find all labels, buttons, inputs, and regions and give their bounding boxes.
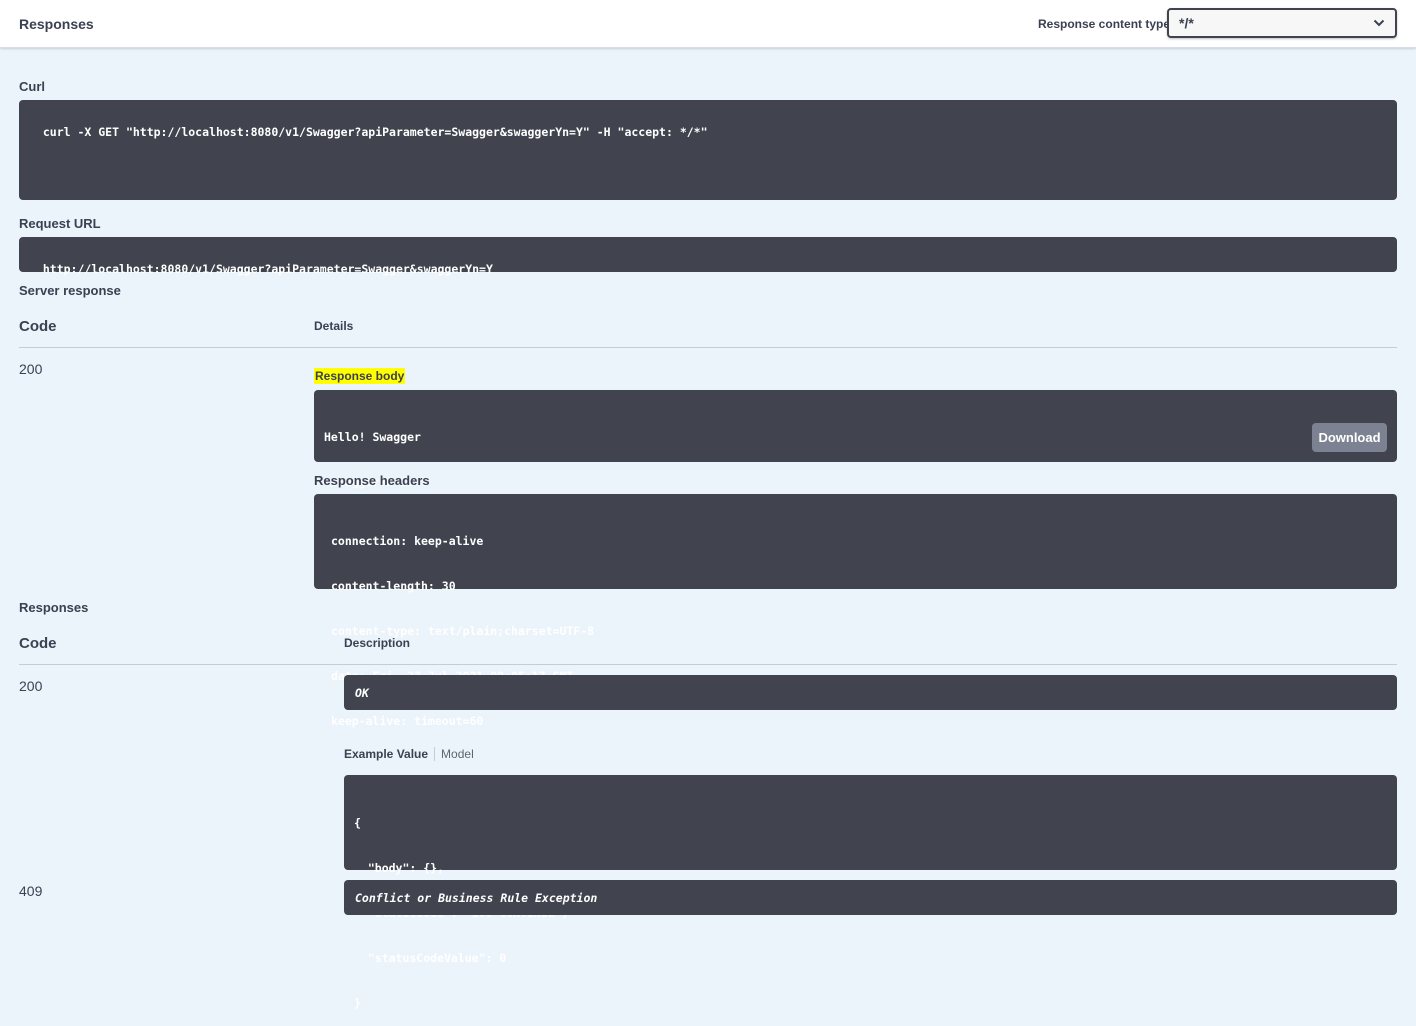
response-header-line: keep-alive: timeout=60 xyxy=(331,714,484,728)
example-value-block[interactable]: { "body": {}, "statusCode": "100 CONTINU… xyxy=(344,775,1397,1010)
response-header-line: content-length: 30 xyxy=(331,579,456,593)
example-line: { xyxy=(354,816,361,830)
curl-label: Curl xyxy=(19,79,45,94)
example-model-tabs: Example Value Model xyxy=(344,747,474,761)
request-url-block[interactable]: http://localhost:8080/v1/Swagger?apiPara… xyxy=(19,237,1397,276)
response-headers-block[interactable]: connection: keep-alive content-length: 3… xyxy=(314,494,1397,728)
responses-code-header: Code xyxy=(19,635,57,652)
server-response-divider xyxy=(19,347,1397,348)
response-description-409: Conflict or Business Rule Exception xyxy=(344,880,1397,915)
response-body-block[interactable]: Hello! Swagger SwaggerYn is Y xyxy=(314,390,1397,489)
response-header-line: connection: keep-alive xyxy=(331,534,484,548)
curl-command-block[interactable]: curl -X GET "http://localhost:8080/v1/Sw… xyxy=(19,100,1397,200)
response-code-409: 409 xyxy=(19,883,43,899)
tab-example-value[interactable]: Example Value xyxy=(344,747,436,761)
responses-label: Responses xyxy=(19,600,89,615)
response-content-type-label: Response content type xyxy=(1038,17,1171,31)
example-line: "body": {}, xyxy=(354,861,445,875)
response-description-text: OK xyxy=(355,686,369,700)
server-response-code-header: Code xyxy=(19,318,57,335)
responses-description-header: Description xyxy=(344,636,411,650)
responses-header-bar: Responses Response content type */* xyxy=(0,0,1416,48)
request-url-text: http://localhost:8080/v1/Swagger?apiPara… xyxy=(42,262,493,276)
response-code-200: 200 xyxy=(19,678,43,694)
server-response-details-header: Details xyxy=(314,319,354,333)
response-body-label: Response body xyxy=(314,368,406,384)
response-description-200: OK xyxy=(344,675,1397,710)
response-headers-label: Response headers xyxy=(314,473,430,488)
response-content-type-value: */* xyxy=(1179,15,1194,31)
response-header-line: content-type: text/plain;charset=UTF-8 xyxy=(331,624,595,638)
request-url-label: Request URL xyxy=(19,216,101,231)
example-line: "statusCodeValue": 0 xyxy=(354,951,507,965)
responses-divider xyxy=(19,664,1397,665)
download-button[interactable]: Download xyxy=(1312,423,1387,452)
example-line: } xyxy=(354,996,361,1010)
tab-model[interactable]: Model xyxy=(435,747,474,761)
response-body-line: Hello! Swagger xyxy=(324,430,421,444)
response-description-text: Conflict or Business Rule Exception xyxy=(355,891,598,905)
response-body-line: SwaggerYn is Y xyxy=(324,475,428,489)
server-response-code: 200 xyxy=(19,361,43,377)
curl-command-text: curl -X GET "http://localhost:8080/v1/Sw… xyxy=(42,125,708,139)
responses-title: Responses xyxy=(19,16,94,32)
chevron-down-icon xyxy=(1373,19,1385,27)
server-response-label: Server response xyxy=(19,283,121,298)
response-content-type-select[interactable]: */* xyxy=(1167,8,1397,38)
